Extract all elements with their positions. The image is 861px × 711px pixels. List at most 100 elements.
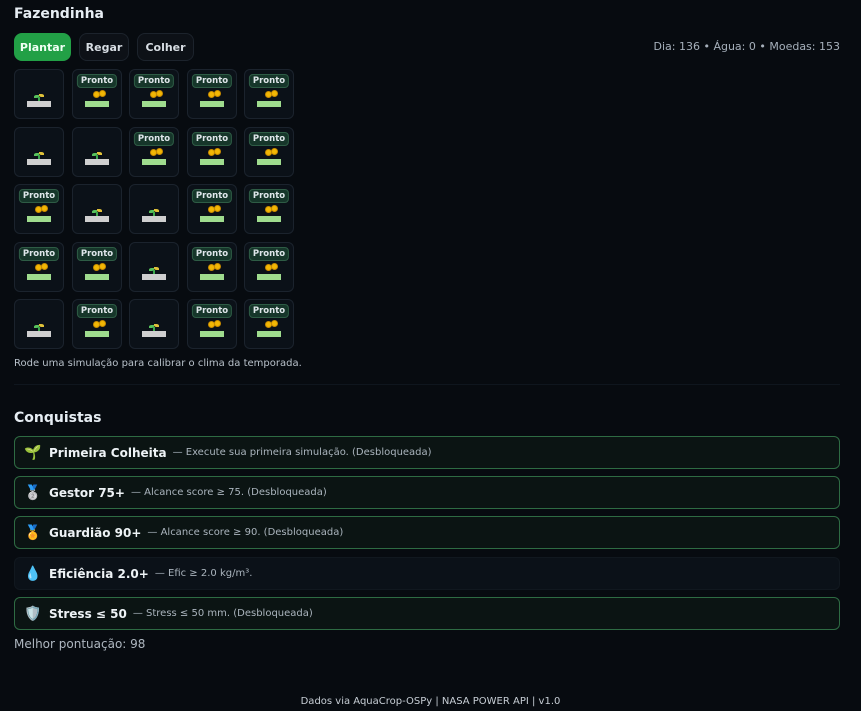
farm-plot[interactable] xyxy=(14,299,64,349)
farm-plot[interactable]: Pronto xyxy=(72,242,122,292)
water-button[interactable]: Regar xyxy=(79,33,129,61)
soil xyxy=(85,159,109,165)
soil xyxy=(27,159,51,165)
ready-badge: Pronto xyxy=(248,74,290,88)
farm-plot[interactable]: Pronto xyxy=(187,242,237,292)
ready-badge: Pronto xyxy=(18,247,60,261)
farm-plot[interactable]: Pronto xyxy=(72,69,122,119)
ready-badge: Pronto xyxy=(133,74,175,88)
ready-badge: Pronto xyxy=(191,189,233,203)
farm-plot[interactable]: Pronto xyxy=(187,299,237,349)
plant-button[interactable]: Plantar xyxy=(14,33,71,61)
droplet-icon: 💧 xyxy=(24,565,42,582)
coins-icon xyxy=(208,148,222,156)
soil xyxy=(27,331,51,337)
best-score: Melhor pontuação: 98 xyxy=(14,637,146,651)
soil xyxy=(142,274,166,280)
farm-plot[interactable] xyxy=(14,127,64,177)
coins-icon xyxy=(93,320,107,328)
ready-badge: Pronto xyxy=(76,74,118,88)
achievement-desc: — Stress ≤ 50 mm. (Desbloqueada) xyxy=(132,608,313,619)
coins-icon xyxy=(35,263,49,271)
coins-icon xyxy=(208,263,222,271)
soil xyxy=(85,216,109,222)
ready-badge: Pronto xyxy=(191,132,233,146)
farm-plot[interactable]: Pronto xyxy=(129,127,179,177)
soil-ready xyxy=(257,216,281,222)
coins-icon xyxy=(93,90,107,98)
farm-plot[interactable]: Pronto xyxy=(244,299,294,349)
coins-icon xyxy=(35,205,49,213)
soil-ready xyxy=(200,159,224,165)
ready-badge: Pronto xyxy=(248,189,290,203)
soil-ready xyxy=(200,331,224,337)
soil-ready xyxy=(85,331,109,337)
achievement-item: 🏅 Guardião 90+ — Alcance score ≥ 90. (De… xyxy=(14,516,840,549)
soil-ready xyxy=(27,274,51,280)
achievement-name: Stress ≤ 50 xyxy=(49,606,127,621)
coins-icon xyxy=(93,263,107,271)
silver-medal-icon: 🥈 xyxy=(24,484,42,501)
achievement-name: Eficiência 2.0+ xyxy=(49,566,149,581)
coins-icon xyxy=(208,90,222,98)
ready-badge: Pronto xyxy=(248,132,290,146)
farm-plot[interactable]: Pronto xyxy=(244,127,294,177)
soil-ready xyxy=(142,101,166,107)
achievement-desc: — Efic ≥ 2.0 kg/m³. xyxy=(154,568,253,579)
achievement-name: Gestor 75+ xyxy=(49,485,125,500)
coins-icon xyxy=(150,90,164,98)
farm-plot[interactable]: Pronto xyxy=(187,127,237,177)
harvest-button[interactable]: Colher xyxy=(137,33,194,61)
achievement-item: 🥈 Gestor 75+ — Alcance score ≥ 75. (Desb… xyxy=(14,476,840,509)
section-divider xyxy=(14,384,840,385)
ready-badge: Pronto xyxy=(191,247,233,261)
farm-plot[interactable] xyxy=(72,184,122,234)
soil-ready xyxy=(257,159,281,165)
coins-icon xyxy=(208,205,222,213)
farm-plot[interactable] xyxy=(129,299,179,349)
farm-plot[interactable]: Pronto xyxy=(14,242,64,292)
ready-badge: Pronto xyxy=(248,304,290,318)
coins-icon xyxy=(208,320,222,328)
shield-icon: 🛡️ xyxy=(24,605,42,622)
ready-badge: Pronto xyxy=(133,132,175,146)
soil-ready xyxy=(200,216,224,222)
farm-plot[interactable] xyxy=(14,69,64,119)
soil-ready xyxy=(257,331,281,337)
stats-readout: Dia: 136 • Água: 0 • Moedas: 153 xyxy=(653,40,841,53)
soil-ready xyxy=(200,274,224,280)
farm-plot[interactable]: Pronto xyxy=(72,299,122,349)
farm-plot[interactable] xyxy=(129,184,179,234)
coins-icon xyxy=(265,320,279,328)
soil-ready xyxy=(142,159,166,165)
coins-icon xyxy=(265,205,279,213)
farm-plot[interactable]: Pronto xyxy=(244,69,294,119)
achievement-item: 🛡️ Stress ≤ 50 — Stress ≤ 50 mm. (Desblo… xyxy=(14,597,840,630)
seedling-icon: 🌱 xyxy=(24,444,42,461)
farm-plot[interactable] xyxy=(129,242,179,292)
soil xyxy=(27,101,51,107)
coins-icon xyxy=(265,263,279,271)
calibration-hint: Rode uma simulação para calibrar o clima… xyxy=(14,358,302,369)
app-title: Fazendinha xyxy=(14,6,105,22)
farm-plot[interactable]: Pronto xyxy=(187,69,237,119)
ready-badge: Pronto xyxy=(76,247,118,261)
footer-credits: Dados via AquaCrop-OSPy | NASA POWER API… xyxy=(300,696,561,707)
farm-grid: Pronto Pronto Pronto Pronto Pronto Pronto Pron… xyxy=(14,69,304,359)
achievement-desc: — Alcance score ≥ 90. (Desbloqueada) xyxy=(147,527,344,538)
ready-badge: Pronto xyxy=(76,304,118,318)
achievement-item: 💧 Eficiência 2.0+ — Efic ≥ 2.0 kg/m³. xyxy=(14,557,840,590)
soil-ready xyxy=(85,274,109,280)
farm-plot[interactable]: Pronto xyxy=(14,184,64,234)
achievement-name: Primeira Colheita xyxy=(49,445,167,460)
soil xyxy=(142,216,166,222)
ready-badge: Pronto xyxy=(191,304,233,318)
farm-plot[interactable]: Pronto xyxy=(187,184,237,234)
farm-plot[interactable]: Pronto xyxy=(244,242,294,292)
farm-plot[interactable] xyxy=(72,127,122,177)
farm-plot[interactable]: Pronto xyxy=(129,69,179,119)
achievement-item: 🌱 Primeira Colheita — Execute sua primei… xyxy=(14,436,840,469)
soil-ready xyxy=(257,101,281,107)
ready-badge: Pronto xyxy=(191,74,233,88)
farm-plot[interactable]: Pronto xyxy=(244,184,294,234)
